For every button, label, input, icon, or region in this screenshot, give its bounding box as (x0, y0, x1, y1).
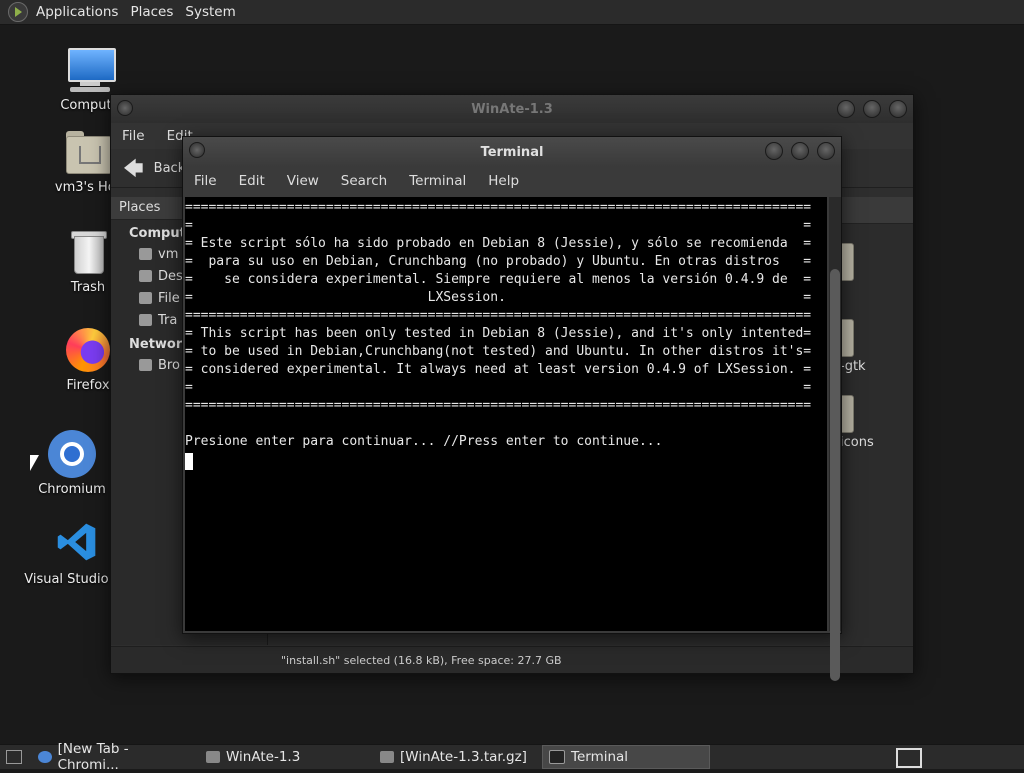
archive-icon (380, 751, 394, 763)
terminal-line: = LXSession. = (185, 290, 812, 305)
chromium-icon (48, 430, 96, 478)
terminal-titlebar[interactable]: Terminal (183, 137, 841, 167)
task-archive[interactable]: [WinAte-1.3.tar.gz] (374, 746, 538, 768)
desktop-icon-label: Chromium (38, 482, 106, 497)
fm-menu-file[interactable]: File (111, 128, 156, 144)
top-panel: Applications Places System (0, 0, 1024, 25)
term-menu-file[interactable]: File (183, 173, 228, 189)
vscode-icon (53, 520, 101, 568)
terminal-line: ========================================… (185, 308, 812, 323)
scrollbar-thumb[interactable] (830, 269, 840, 681)
task-label: WinAte-1.3 (226, 749, 301, 765)
terminal-line: = = (185, 380, 812, 395)
home-icon (139, 248, 152, 260)
minimize-icon[interactable] (765, 142, 783, 160)
terminal-icon (549, 750, 565, 764)
bottom-taskbar: [New Tab - Chromi... WinAte-1.3 [WinAte-… (0, 741, 1024, 773)
network-icon (139, 359, 152, 371)
terminal-line: = se considera experimental. Siempre req… (185, 272, 812, 287)
file-manager-titlebar[interactable]: WinAte-1.3 (111, 95, 913, 123)
terminal-line: = Este script sólo ha sido probado en De… (185, 236, 812, 251)
terminal-menubar: File Edit View Search Terminal Help (183, 167, 841, 195)
desktop-icon (139, 270, 152, 282)
task-file-manager[interactable]: WinAte-1.3 (200, 746, 370, 768)
firefox-icon (64, 326, 112, 374)
file-manager-statusbar: "install.sh" selected (16.8 kB), Free sp… (111, 646, 913, 673)
computer-icon (66, 46, 116, 94)
terminal-output: ========================================… (185, 197, 827, 451)
term-menu-search[interactable]: Search (330, 173, 398, 189)
terminal-line: Presione enter para continuar... //Press… (185, 434, 663, 449)
trash-icon (139, 314, 152, 326)
minimize-icon[interactable] (837, 100, 855, 118)
maximize-icon[interactable] (863, 100, 881, 118)
sidebar-item-label: Tra (158, 312, 178, 328)
task-label: [WinAte-1.3.tar.gz] (400, 749, 527, 765)
term-menu-terminal[interactable]: Terminal (398, 173, 477, 189)
menu-places[interactable]: Places (124, 0, 179, 24)
menu-system[interactable]: System (179, 0, 241, 24)
trash-icon (64, 228, 112, 276)
task-label: Terminal (571, 749, 629, 765)
task-terminal[interactable]: Terminal (542, 745, 710, 769)
file-item-label[interactable]: icons (840, 435, 874, 450)
maximize-icon[interactable] (791, 142, 809, 160)
close-icon[interactable] (889, 100, 907, 118)
sidebar-item-label: vm (158, 246, 179, 262)
menu-applications[interactable]: Applications (30, 0, 124, 24)
term-menu-view[interactable]: View (276, 173, 330, 189)
terminal-line: = considered experimental. It always nee… (185, 362, 812, 377)
terminal-screen[interactable]: ========================================… (185, 197, 827, 631)
mouse-pointer-icon (30, 455, 39, 471)
task-label: [New Tab - Chromi... (57, 741, 129, 773)
terminal-line: = para su uso en Debian, Crunchbang (no … (185, 254, 812, 269)
terminal-line: ========================================… (185, 200, 812, 215)
task-chromium[interactable]: [New Tab - Chromi... (32, 741, 196, 773)
terminal-line: = This script has been only tested in De… (185, 326, 812, 341)
close-icon[interactable] (817, 142, 835, 160)
sidebar-item-label: Des (158, 268, 183, 284)
term-menu-edit[interactable]: Edit (228, 173, 276, 189)
chromium-icon (38, 751, 52, 763)
file-manager-title: WinAte-1.3 (471, 101, 553, 117)
window-menu-icon[interactable] (117, 100, 133, 116)
show-desktop-icon[interactable] (6, 750, 22, 764)
sidebar-item-label: Bro (158, 357, 180, 373)
terminal-window: Terminal File Edit View Search Terminal … (182, 136, 842, 681)
terminal-line: = = (185, 218, 812, 233)
terminal-line: = to be used in Debian,Crunchbang(not te… (185, 344, 812, 359)
terminal-title: Terminal (480, 144, 544, 160)
applications-logo-icon[interactable] (8, 2, 28, 22)
back-arrow-icon: 🡄 (123, 156, 144, 180)
terminal-scrollbar[interactable] (829, 197, 841, 681)
terminal-cursor (185, 453, 193, 470)
folder-icon (206, 751, 220, 763)
window-menu-icon[interactable] (189, 142, 205, 158)
status-text: "install.sh" selected (16.8 kB), Free sp… (281, 654, 562, 667)
back-button[interactable]: 🡄 Back (123, 158, 185, 178)
back-label: Back (153, 160, 186, 176)
terminal-prompt-line[interactable] (185, 451, 827, 471)
file-item-label[interactable]: -gtk (840, 359, 866, 374)
sidebar-item-label: File (158, 290, 180, 306)
home-folder-icon (64, 128, 112, 176)
term-menu-help[interactable]: Help (477, 173, 530, 189)
filesystem-icon (139, 292, 152, 304)
terminal-line: ========================================… (185, 398, 812, 413)
workspace-switcher-icon[interactable] (896, 748, 922, 768)
